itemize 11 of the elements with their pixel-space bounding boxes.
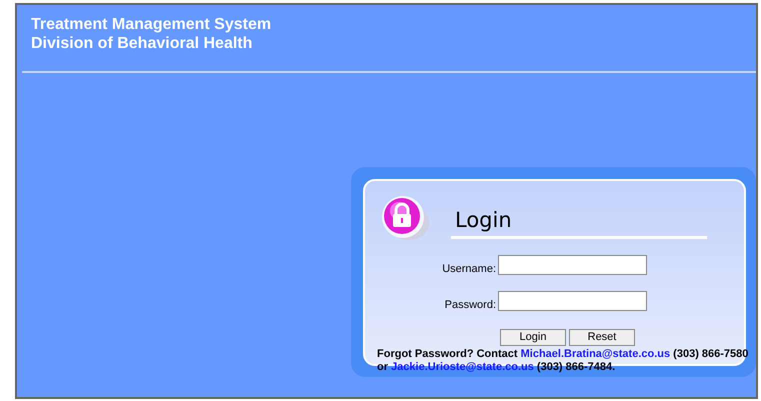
app-subtitle: Division of Behavioral Health [31, 34, 254, 53]
input-field[interactable] [498, 290, 647, 311]
reset-button[interactable]: Reset [569, 329, 635, 346]
input-field[interactable] [498, 255, 647, 276]
app-title: Treatment Management System [31, 15, 272, 34]
login-button[interactable]: Login [500, 329, 566, 346]
field-label: Password: [444, 298, 497, 312]
padlock-icon [379, 193, 431, 243]
email-link[interactable]: Michael.Bratina@state.co.us [520, 348, 670, 360]
field-label: Username: [441, 262, 497, 277]
login-heading: Login [454, 207, 513, 233]
